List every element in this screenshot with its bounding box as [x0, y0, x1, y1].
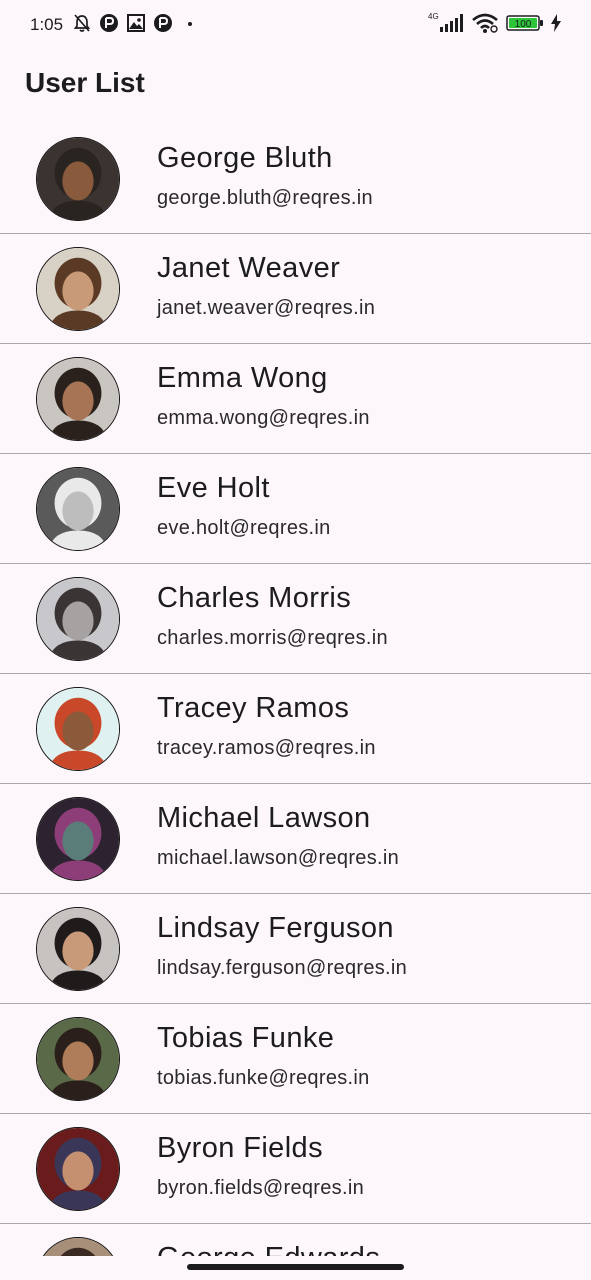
avatar-image: [37, 1238, 119, 1256]
user-name: Tobias Funke: [157, 1022, 335, 1054]
app-bar: User List: [0, 52, 591, 116]
avatar: [36, 247, 120, 331]
wifi-icon: [471, 12, 499, 39]
app-icon: [153, 13, 173, 38]
user-email: tracey.ramos@reqres.in: [157, 737, 376, 759]
user-name: Lindsay Ferguson: [157, 912, 394, 944]
avatar: [36, 687, 120, 771]
status-bar: 1:05 4G 100: [0, 0, 591, 52]
avatar: [36, 577, 120, 661]
gallery-icon: [126, 13, 146, 38]
charging-icon: [551, 13, 561, 37]
avatar: [36, 1017, 120, 1101]
list-item[interactable]: George Bluth george.bluth@reqres.in: [0, 124, 591, 234]
user-email: eve.holt@reqres.in: [157, 517, 331, 539]
status-right-icons: 4G 100: [426, 12, 561, 39]
user-name: Michael Lawson: [157, 802, 371, 834]
avatar: [36, 137, 120, 221]
avatar-image: [37, 248, 119, 330]
avatar: [36, 357, 120, 441]
avatar-image: [37, 688, 119, 770]
list-item[interactable]: Charles Morris charles.morris@reqres.in: [0, 564, 591, 674]
user-list[interactable]: George Bluth george.bluth@reqres.in Jane…: [0, 124, 591, 1256]
avatar: [36, 907, 120, 991]
avatar-image: [37, 138, 119, 220]
avatar-image: [37, 578, 119, 660]
user-email: tobias.funke@reqres.in: [157, 1067, 370, 1089]
user-name: Charles Morris: [157, 582, 352, 614]
notifications-off-icon: [72, 13, 92, 38]
avatar: [36, 797, 120, 881]
list-item[interactable]: Byron Fields byron.fields@reqres.in: [0, 1114, 591, 1224]
user-email: emma.wong@reqres.in: [157, 407, 370, 429]
list-item[interactable]: Eve Holt eve.holt@reqres.in: [0, 454, 591, 564]
status-time: 1:05: [30, 15, 64, 34]
app-icon: [99, 13, 119, 38]
avatar: [36, 467, 120, 551]
user-name: Byron Fields: [157, 1132, 323, 1164]
avatar-image: [37, 798, 119, 880]
signal-icon: 4G: [426, 12, 464, 39]
user-email: michael.lawson@reqres.in: [157, 847, 400, 869]
user-name: George Edwards: [157, 1242, 380, 1256]
list-item[interactable]: Janet Weaver janet.weaver@reqres.in: [0, 234, 591, 344]
page-title: User List: [25, 67, 145, 98]
battery-level: 100: [515, 19, 532, 30]
status-left-icons: [72, 13, 196, 38]
avatar-image: [37, 1128, 119, 1210]
list-item[interactable]: Michael Lawson michael.lawson@reqres.in: [0, 784, 591, 894]
user-name: Janet Weaver: [157, 252, 341, 284]
network-type: 4G: [428, 12, 439, 21]
user-email: lindsay.ferguson@reqres.in: [157, 957, 408, 979]
user-name: George Bluth: [157, 142, 333, 174]
user-name: Eve Holt: [157, 472, 270, 504]
dot-icon: [180, 13, 196, 38]
user-email: charles.morris@reqres.in: [157, 627, 388, 649]
user-email: byron.fields@reqres.in: [157, 1177, 364, 1199]
list-item[interactable]: Tobias Funke tobias.funke@reqres.in: [0, 1004, 591, 1114]
user-name: Emma Wong: [157, 362, 328, 394]
battery-icon: 100: [506, 13, 544, 38]
home-indicator[interactable]: [187, 1264, 404, 1270]
list-item[interactable]: Lindsay Ferguson lindsay.ferguson@reqres…: [0, 894, 591, 1004]
avatar-image: [37, 1018, 119, 1100]
list-item[interactable]: Emma Wong emma.wong@reqres.in: [0, 344, 591, 454]
user-email: janet.weaver@reqres.in: [157, 297, 376, 319]
avatar-image: [37, 468, 119, 550]
list-item[interactable]: Tracey Ramos tracey.ramos@reqres.in: [0, 674, 591, 784]
user-email: george.bluth@reqres.in: [157, 187, 373, 209]
list-item[interactable]: George Edwards george.edwards@reqres.in: [0, 1224, 591, 1256]
avatar-image: [37, 908, 119, 990]
avatar: [36, 1237, 120, 1256]
avatar: [36, 1127, 120, 1211]
user-name: Tracey Ramos: [157, 692, 350, 724]
avatar-image: [37, 358, 119, 440]
